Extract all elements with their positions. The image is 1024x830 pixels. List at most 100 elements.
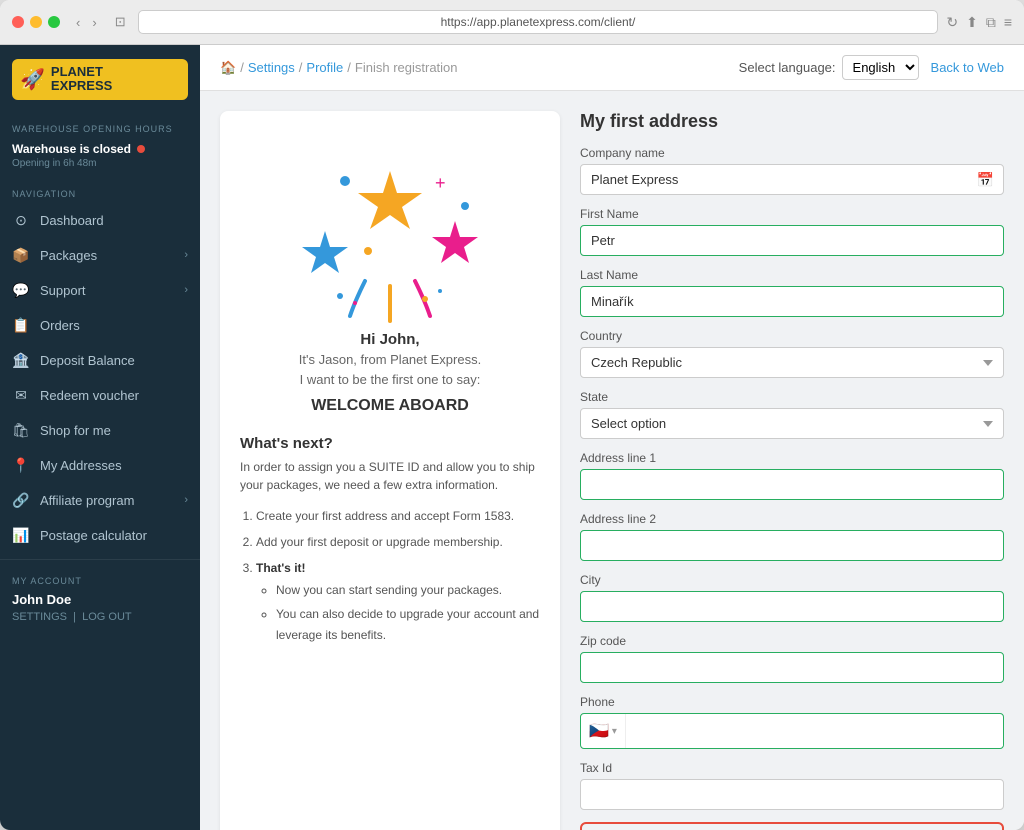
duplicate-button[interactable]: ⧉ <box>986 14 996 31</box>
navigation-section-label: NAVIGATION <box>0 179 200 203</box>
chevron-right-icon: › <box>184 494 188 506</box>
sidebar-item-orders[interactable]: 📋 Orders <box>0 308 200 343</box>
address2-label: Address line 2 <box>580 512 1004 526</box>
tax-input[interactable] <box>580 779 1004 810</box>
orders-icon: 📋 <box>12 317 30 334</box>
steps-list: Create your first address and accept For… <box>240 504 540 647</box>
sidebar-item-addresses[interactable]: 📍 My Addresses <box>0 448 200 483</box>
last-name-group: Last Name <box>580 268 1004 317</box>
list-item: Create your first address and accept For… <box>256 504 540 528</box>
highlight-box: I agree with Form 1583 SAVE PREVIEW FORM… <box>580 822 1004 830</box>
breadcrumb-separator: / <box>299 60 303 75</box>
address2-group: Address line 2 <box>580 512 1004 561</box>
breadcrumb-separator: / <box>240 60 244 75</box>
city-label: City <box>580 573 1004 587</box>
breadcrumb-settings[interactable]: Settings <box>248 60 295 75</box>
close-button[interactable] <box>12 16 24 28</box>
reload-button[interactable]: ↻ <box>946 14 958 31</box>
sidebar-item-label: Deposit Balance <box>40 353 135 368</box>
forward-button[interactable]: › <box>88 13 100 32</box>
maximize-button[interactable] <box>48 16 60 28</box>
sidebar-item-deposit[interactable]: 🏦 Deposit Balance <box>0 343 200 378</box>
back-button[interactable]: ‹ <box>72 13 84 32</box>
list-item: You can also decide to upgrade your acco… <box>276 604 540 647</box>
breadcrumb: 🏠 / Settings / Profile / Finish registra… <box>220 60 458 76</box>
sidebar-item-redeem[interactable]: ✉ Redeem voucher <box>0 378 200 413</box>
breadcrumb-profile[interactable]: Profile <box>306 60 343 75</box>
minimize-button[interactable] <box>30 16 42 28</box>
list-item: Now you can start sending your packages. <box>276 580 540 602</box>
top-bar: 🏠 / Settings / Profile / Finish registra… <box>200 45 1024 91</box>
last-name-input[interactable] <box>580 286 1004 317</box>
shop-icon: 🛍 <box>12 422 30 439</box>
form-panel: My first address Company name 📅 First Na… <box>580 111 1004 830</box>
phone-flag-arrow: ▾ <box>612 726 617 737</box>
svg-text:+: + <box>435 173 446 193</box>
top-bar-right: Select language: English Back to Web <box>739 55 1004 80</box>
back-to-web-link[interactable]: Back to Web <box>931 60 1004 75</box>
affiliate-icon: 🔗 <box>12 492 30 509</box>
country-label: Country <box>580 329 1004 343</box>
addresses-icon: 📍 <box>12 457 30 474</box>
sidebar-divider <box>0 559 200 560</box>
country-select[interactable]: Czech Republic United States Germany <box>580 347 1004 378</box>
zip-label: Zip code <box>580 634 1004 648</box>
dashboard-icon: ⊙ <box>12 212 30 229</box>
phone-flag[interactable]: 🇨🇿 ▾ <box>581 714 626 748</box>
breadcrumb-current: Finish registration <box>355 60 458 75</box>
logo-icon: 🚀 <box>20 67 45 92</box>
address-bar[interactable]: https://app.planetexpress.com/client/ <box>138 10 939 34</box>
state-select[interactable]: Select option <box>580 408 1004 439</box>
window-icon[interactable]: ⊡ <box>111 12 130 32</box>
zip-input[interactable] <box>580 652 1004 683</box>
menu-button[interactable]: ≡ <box>1004 14 1012 31</box>
logo[interactable]: 🚀 PLANET EXPRESS <box>12 59 188 100</box>
main-content: 🏠 / Settings / Profile / Finish registra… <box>200 45 1024 830</box>
zip-group: Zip code <box>580 634 1004 683</box>
sidebar-item-label: Support <box>40 283 86 298</box>
language-select[interactable]: English <box>842 55 919 80</box>
first-name-group: First Name <box>580 207 1004 256</box>
share-button[interactable]: ⬆ <box>966 14 978 31</box>
address2-input[interactable] <box>580 530 1004 561</box>
logo-area: 🚀 PLANET EXPRESS <box>0 45 200 114</box>
whats-next-title: What's next? <box>240 435 540 452</box>
language-selector-wrap: Select language: English <box>739 55 919 80</box>
phone-label: Phone <box>580 695 1004 709</box>
support-icon: 💬 <box>12 282 30 299</box>
sidebar-item-packages[interactable]: 📦 Packages › <box>0 238 200 273</box>
tax-label: Tax Id <box>580 761 1004 775</box>
bullet-list: Now you can start sending your packages.… <box>256 580 540 647</box>
account-name: John Doe <box>0 590 200 611</box>
sidebar-item-label: Affiliate program <box>40 493 134 508</box>
company-name-input[interactable] <box>580 164 1004 195</box>
tax-group: Tax Id <box>580 761 1004 810</box>
sidebar-item-postage[interactable]: 📊 Postage calculator <box>0 518 200 553</box>
welcome-title: WELCOME ABOARD <box>240 397 540 415</box>
first-name-input[interactable] <box>580 225 1004 256</box>
phone-input[interactable] <box>626 717 1003 746</box>
sidebar-item-shop[interactable]: 🛍 Shop for me <box>0 413 200 448</box>
sidebar-item-dashboard[interactable]: ⊙ Dashboard <box>0 203 200 238</box>
sidebar-item-affiliate[interactable]: 🔗 Affiliate program › <box>0 483 200 518</box>
warehouse-section-label: WAREHOUSE OPENING HOURS <box>0 114 200 138</box>
company-name-group: Company name 📅 <box>580 146 1004 195</box>
logout-link[interactable]: LOG OUT <box>82 611 132 623</box>
calendar-icon: 📅 <box>977 171 994 188</box>
select-language-label: Select language: <box>739 60 836 75</box>
state-group: State Select option <box>580 390 1004 439</box>
city-input[interactable] <box>580 591 1004 622</box>
home-icon[interactable]: 🏠 <box>220 60 236 76</box>
address1-label: Address line 1 <box>580 451 1004 465</box>
sidebar-item-label: Redeem voucher <box>40 388 139 403</box>
address1-input[interactable] <box>580 469 1004 500</box>
phone-group: Phone 🇨🇿 ▾ <box>580 695 1004 749</box>
settings-link[interactable]: SETTINGS <box>12 611 67 623</box>
packages-icon: 📦 <box>12 247 30 264</box>
sidebar-item-label: Packages <box>40 248 97 263</box>
phone-input-wrap: 🇨🇿 ▾ <box>580 713 1004 749</box>
subtitle: It's Jason, from Planet Express. I want … <box>240 350 540 389</box>
sidebar-item-label: My Addresses <box>40 458 122 473</box>
account-links: SETTINGS | LOG OUT <box>0 611 200 635</box>
sidebar-item-support[interactable]: 💬 Support › <box>0 273 200 308</box>
